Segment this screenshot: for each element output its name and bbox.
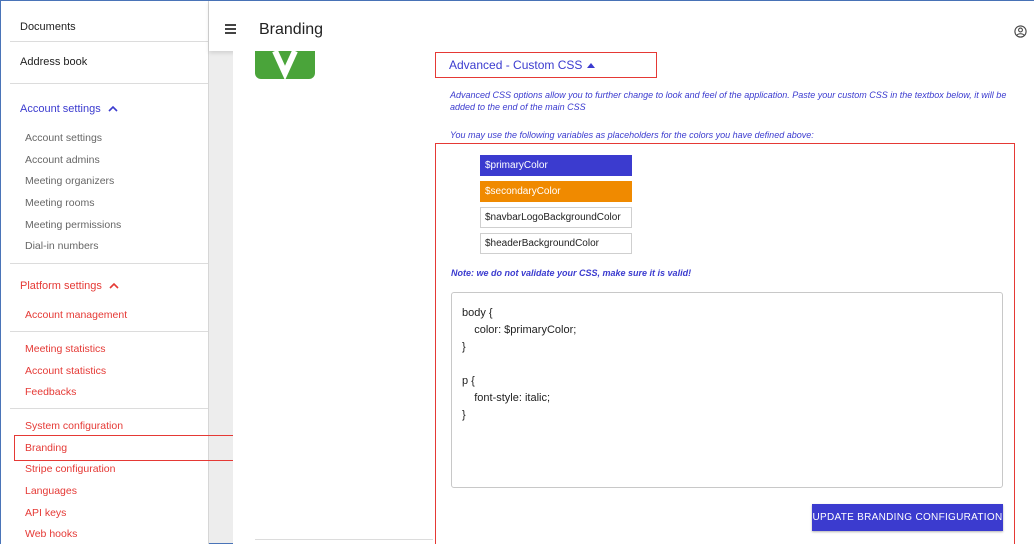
variables-intro: You may use the following variables as p…: [450, 130, 814, 140]
sidebar-item-stripe-configuration[interactable]: Stripe configuration: [25, 463, 115, 475]
variable-chip-header-bg-color: $headerBackgroundColor: [480, 233, 632, 254]
sidebar-item-account-settings[interactable]: Account settings: [25, 132, 102, 144]
variable-chip-navbar-logo-bg-color: $navbarLogoBackgroundColor: [480, 207, 632, 228]
advanced-css-toggle-label: Advanced - Custom CSS: [449, 58, 583, 72]
account-circle-icon[interactable]: [1014, 25, 1027, 38]
content-divider: [255, 539, 433, 540]
validation-note: Note: we do not validate your CSS, make …: [451, 268, 692, 278]
logo-mark-icon: [272, 51, 298, 79]
sidebar-divider: [10, 83, 208, 84]
advanced-css-description: Advanced CSS options allow you to furthe…: [450, 90, 1007, 112]
sidebar-section-label: Account settings: [20, 103, 101, 115]
sidebar-item-meeting-rooms[interactable]: Meeting rooms: [25, 197, 94, 209]
chevron-up-icon: [109, 282, 119, 289]
page-title: Branding: [259, 21, 324, 38]
sidebar-section-account-settings[interactable]: Account settings: [20, 103, 119, 115]
variable-chip-primary-color: $primaryColor: [480, 155, 632, 176]
top-bar: Branding: [209, 1, 1034, 51]
sidebar-divider: [10, 41, 208, 42]
sidebar-divider: [10, 408, 208, 409]
sidebar-item-meeting-organizers[interactable]: Meeting organizers: [25, 175, 114, 187]
sidebar-item-web-hooks[interactable]: Web hooks: [25, 528, 77, 540]
sidebar-item-dial-in-numbers[interactable]: Dial-in numbers: [25, 240, 99, 252]
advanced-css-toggle[interactable]: Advanced - Custom CSS: [435, 52, 657, 78]
sidebar-item-account-management[interactable]: Account management: [25, 309, 127, 321]
update-branding-button[interactable]: UPDATE BRANDING CONFIGURATION: [812, 504, 1003, 531]
sidebar-item-meeting-permissions[interactable]: Meeting permissions: [25, 219, 121, 231]
sidebar-section-label: Platform settings: [20, 280, 102, 292]
hamburger-menu-icon[interactable]: [225, 24, 236, 34]
sidebar-item-account-admins[interactable]: Account admins: [25, 154, 100, 166]
sidebar-divider: [10, 331, 208, 332]
sidebar-item-feedbacks[interactable]: Feedbacks: [25, 386, 76, 398]
custom-css-panel: $primaryColor $secondaryColor $navbarLog…: [435, 143, 1015, 544]
sidebar-item-languages[interactable]: Languages: [25, 485, 77, 497]
variable-chip-secondary-color: $secondaryColor: [480, 181, 632, 202]
sidebar: Documents Address book Account settings …: [1, 1, 209, 544]
main-content: Advanced - Custom CSS Advanced CSS optio…: [233, 51, 1034, 544]
sidebar-item-system-configuration[interactable]: System configuration: [25, 420, 123, 432]
sidebar-item-address-book[interactable]: Address book: [20, 56, 87, 68]
sidebar-item-meeting-statistics[interactable]: Meeting statistics: [25, 343, 106, 355]
sidebar-item-branding[interactable]: Branding: [25, 442, 67, 454]
app-window: Documents Address book Account settings …: [0, 0, 1034, 544]
sidebar-section-platform-settings[interactable]: Platform settings: [20, 280, 120, 292]
sidebar-item-account-statistics[interactable]: Account statistics: [25, 365, 106, 377]
sidebar-item-api-keys[interactable]: API keys: [25, 507, 66, 519]
custom-css-textarea[interactable]: body { color: $primaryColor; } p { font-…: [451, 292, 1003, 488]
sidebar-item-documents[interactable]: Documents: [20, 21, 76, 33]
caret-up-icon: [587, 62, 596, 68]
sidebar-divider: [10, 263, 208, 264]
chevron-up-icon: [108, 105, 118, 112]
brand-logo: [255, 51, 315, 79]
